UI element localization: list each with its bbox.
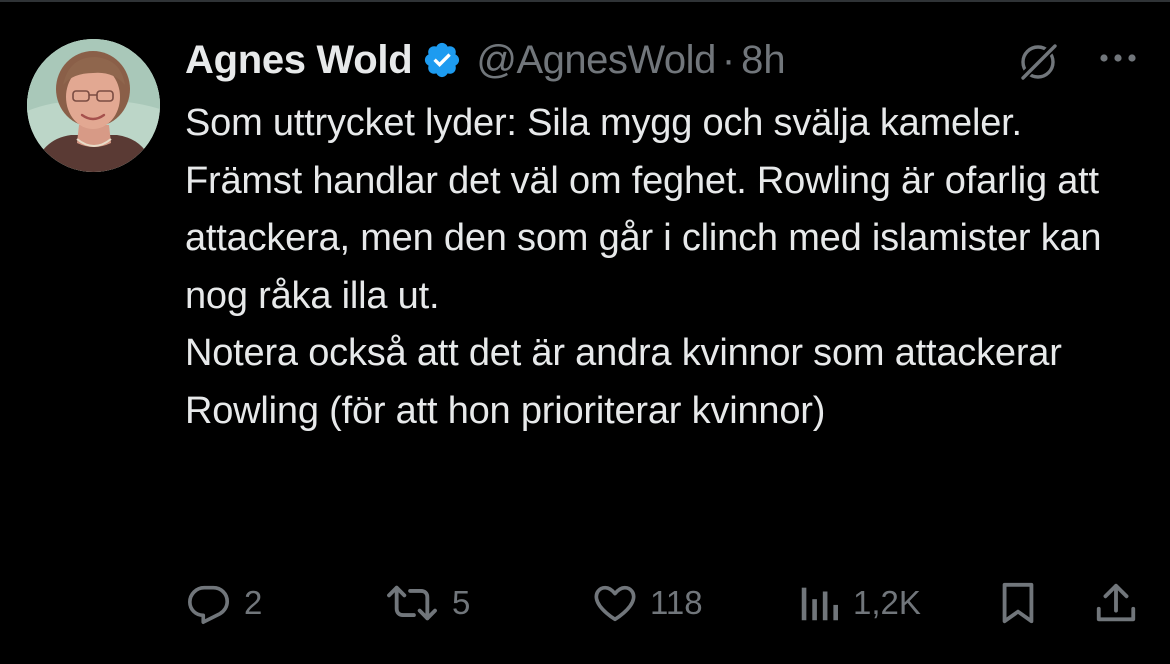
avatar[interactable] [27,39,160,172]
action-bar: 2 5 118 1,2K [0,578,1170,628]
reply-count: 2 [244,584,263,621]
verified-badge-icon[interactable] [422,40,462,80]
bookmark-icon [997,580,1039,626]
more-icon[interactable] [1096,48,1140,68]
repost-count: 5 [452,584,471,621]
repost-icon [384,580,440,626]
tweet-text: Som uttrycket lyder: Sila mygg och svälj… [185,102,1102,432]
share-icon [1094,580,1138,626]
heart-icon [592,580,638,626]
separator-dot: · [721,37,736,82]
reply-icon [186,580,232,626]
repost-button[interactable]: 5 [384,578,470,628]
reply-button[interactable]: 2 [186,578,262,628]
share-button[interactable] [1094,578,1138,628]
display-name[interactable]: Agnes Wold [185,38,413,83]
like-button[interactable]: 118 [592,578,703,628]
views-button[interactable]: 1,2K [797,578,921,628]
bookmark-button[interactable] [997,578,1039,628]
user-handle[interactable]: @AgnesWold [476,38,716,83]
like-count: 118 [650,584,703,621]
views-count: 1,2K [853,584,921,621]
tweet-header: Agnes Wold @AgnesWold · 8h [185,34,786,86]
grok-icon[interactable] [1016,40,1060,84]
tweet[interactable]: Agnes Wold @AgnesWold · 8h Som uttrycket… [0,0,1170,664]
timestamp[interactable]: 8h [741,38,786,83]
views-icon [797,580,841,626]
